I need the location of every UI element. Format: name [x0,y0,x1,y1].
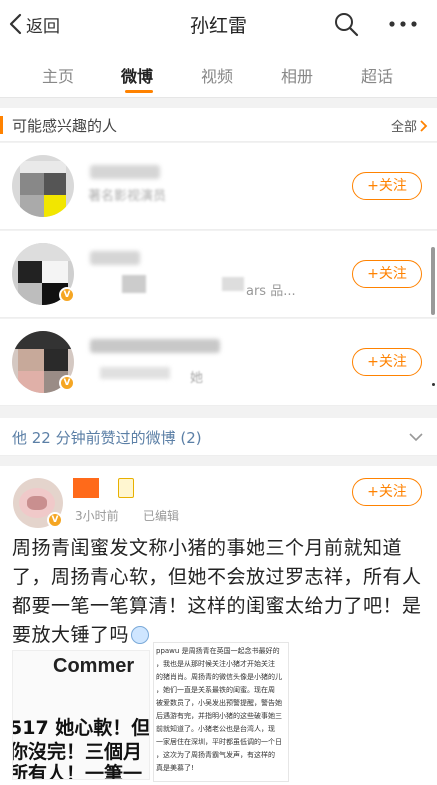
member-badge-icon [118,478,134,498]
scrollbar[interactable] [431,247,435,315]
tab-home[interactable]: 主页 [42,63,74,87]
weibo-post: V 3小时前 已编辑 +关注 周扬青闺蜜发文称小猪的事她三个月前就知道了，周扬青… [0,466,437,785]
liked-posts-title: 他 22 分钟前赞过的微博 (2) [12,429,202,447]
verified-badge-icon: V [59,287,75,303]
recommend-header: 可能感兴趣的人 全部 [0,108,437,142]
verified-badge-icon: V [59,375,75,391]
post-edited-label: 已编辑 [143,509,180,523]
avatar[interactable] [12,155,74,217]
back-chevron-icon [9,13,22,35]
user-name [90,251,140,265]
section-marker [0,116,3,134]
image-text-line: ，她们一直是关系最铁的闺蜜。现在周 [156,686,275,694]
image-heading: Commer [53,655,135,677]
image-text-line: ，这次为了周扬青霸气发声，有这样的 [156,751,275,759]
page-title: 孙红雷 [189,15,247,37]
follow-button[interactable]: +关注 [352,260,422,288]
blurred-text [100,367,170,379]
tab-video[interactable]: 视频 [201,63,233,87]
post-image[interactable]: ppawu 是周扬青在英国一起念书最好的 ，我也是从那时候关注小猪才开始关注 的… [153,642,289,782]
user-description: 著名影视演员 [88,189,167,204]
image-text-line: 前就知道了。小猪老公也是台湾人，现 [156,725,275,733]
suggested-user-row[interactable]: V 她 +关注 [0,319,437,406]
image-text-line: 后遇游有完，并指明小猪的这些破事她三 [156,712,282,720]
image-text-line: ppawu 是周扬青在英国一起念书最好的 [156,647,280,655]
see-all-link[interactable]: 全部 [391,116,429,135]
chevron-right-icon [420,119,428,132]
profile-tabs: 主页 微博 视频 相册 超话 [0,48,437,98]
top-bar: 返回 孙红雷 [0,0,437,48]
user-description: ars 品... [246,284,296,299]
image-text-line: 517 她心軟！但 [12,717,150,739]
image-text-line: 一家居住在深圳，平时都虽低调的一个日 [156,738,282,746]
post-text: 周扬青闺蜜发文称小猪的事她三个月前就知道了，周扬青心软，但她不会放过罗志祥，所有… [12,534,430,650]
emoji-icon [131,626,150,644]
image-text-line: 被爱数员了，小吴发出预警提醒，警告她 [156,699,282,707]
see-all-label: 全部 [390,120,417,135]
tab-super-topic[interactable]: 超话 [361,63,393,87]
image-text-line: 真是美慕了! [156,764,194,772]
chevron-down-icon[interactable] [407,428,425,446]
post-text-content: 周扬青闺蜜发文称小猪的事她三个月前就知道了，周扬青心软，但她不会放过罗志祥，所有… [12,537,422,646]
back-label: 返回 [26,16,60,37]
image-text-line: ，我也是从那时候关注小猪才开始关注 [156,660,275,668]
avatar[interactable]: V [12,243,75,305]
search-icon[interactable] [333,11,359,37]
post-image[interactable]: Commer 517 她心軟！但 你沒完！三個月 所有人！一筆一 [12,650,150,780]
page-dot [432,383,435,386]
image-text-line: 所有人！一筆一 [12,763,143,780]
follow-button[interactable]: +关注 [352,172,422,200]
tab-album[interactable]: 相册 [281,63,313,87]
suggested-user-row[interactable]: V ars 品... +关注 [0,231,437,318]
verified-badge-icon: V [47,512,63,528]
tab-weibo[interactable]: 微博 [121,63,153,87]
liked-posts-header[interactable]: 他 22 分钟前赞过的微博 (2) [0,418,437,456]
suggested-user-row[interactable]: 著名影视演员 +关注 [0,143,437,230]
post-author-name[interactable] [73,478,99,498]
follow-button[interactable]: +关注 [352,478,422,506]
recommend-title: 可能感兴趣的人 [12,117,118,135]
active-tab-indicator [125,90,153,93]
user-description: 她 [190,371,204,386]
user-name [90,339,220,353]
back-button[interactable]: 返回 [8,10,60,38]
follow-button[interactable]: +关注 [352,348,422,376]
avatar[interactable]: V [12,331,75,393]
blurred-text [122,275,146,293]
more-icon[interactable] [386,12,420,36]
blurred-text [222,277,244,291]
image-text-line: 的猪肖肖。周扬青的微信头像是小猪的儿 [156,673,282,681]
post-time: 3小时前 [75,509,119,523]
user-name [90,165,160,179]
